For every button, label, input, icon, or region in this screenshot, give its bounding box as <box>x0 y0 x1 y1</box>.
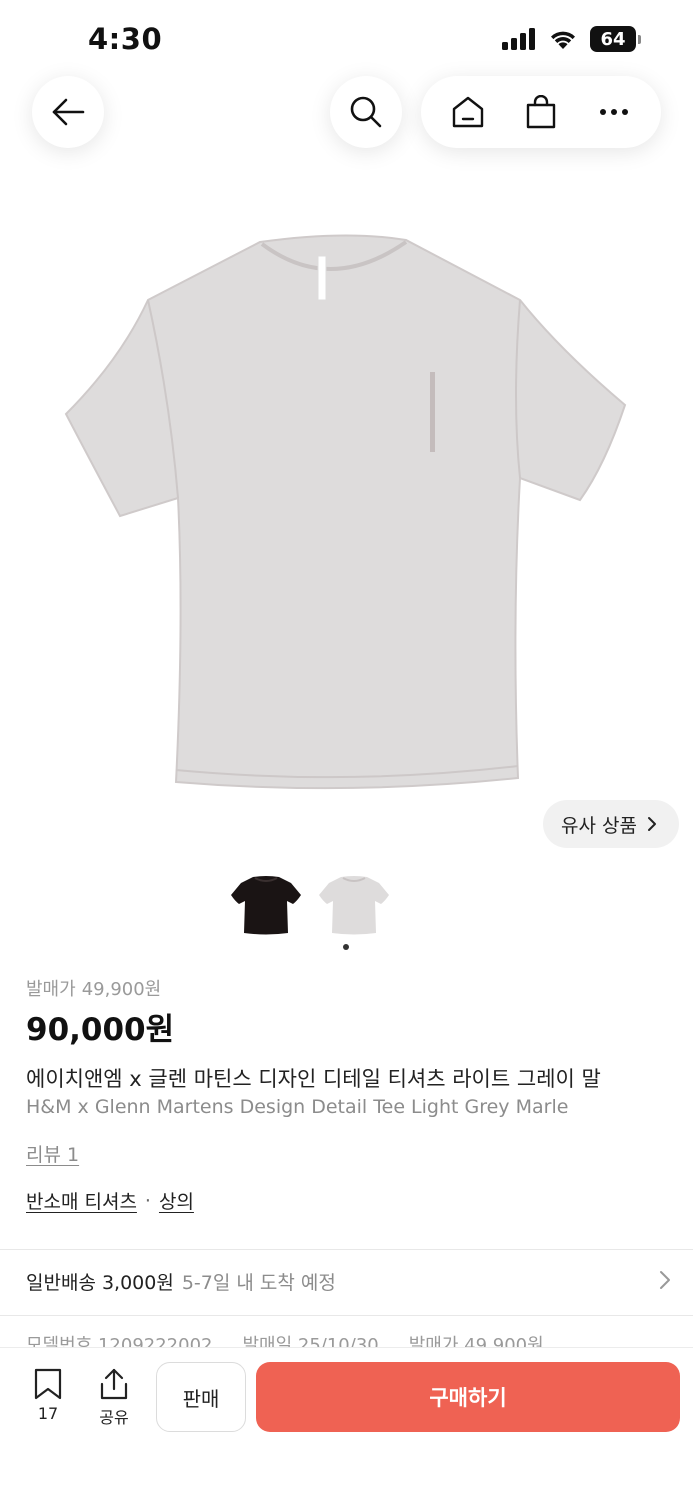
release-price-value: 49,900원 <box>81 979 162 1000</box>
similar-products-label: 유사 상품 <box>561 814 637 837</box>
shipping-row[interactable]: 일반배송 3,000원 5-7일 내 도착 예정 <box>26 1268 671 1295</box>
shipping-eta: 5-7일 내 도착 예정 <box>181 1272 336 1294</box>
shipping-method: 일반배송 3,000원 <box>26 1272 174 1294</box>
battery-indicator: 64 <box>590 26 641 52</box>
release-price-info: 발매가 49,900원 <box>408 1335 544 1348</box>
status-time: 4:30 <box>88 22 163 56</box>
shopping-bag-icon <box>526 95 556 129</box>
tshirt-grey-thumbnail <box>319 876 389 935</box>
back-button[interactable] <box>32 76 104 148</box>
cart-button[interactable] <box>513 84 569 140</box>
buy-button[interactable]: 구매하기 <box>256 1362 680 1432</box>
bottom-action-bar: 17 공유 판매 구매하기 <box>0 1347 693 1500</box>
tshirt-image <box>64 234 627 790</box>
product-image[interactable] <box>0 200 693 840</box>
divider <box>0 1249 693 1250</box>
search-icon <box>350 96 382 128</box>
more-dots-icon <box>600 109 629 115</box>
category-separator: · <box>144 1189 151 1212</box>
home-icon <box>452 96 483 128</box>
status-bar: 4:30 64 <box>0 0 693 80</box>
more-button[interactable] <box>586 84 642 140</box>
thumbnail-grey[interactable] <box>316 866 392 942</box>
category-link-tops[interactable]: 상의 <box>159 1187 194 1214</box>
bookmark-icon <box>34 1368 62 1400</box>
image-thumbnails <box>228 866 392 942</box>
current-price: 90,000원 <box>26 1012 175 1048</box>
divider <box>0 1315 693 1316</box>
home-button[interactable] <box>440 84 496 140</box>
bookmark-count: 17 <box>37 1404 59 1423</box>
arrow-left-icon <box>52 98 85 126</box>
bookmark-button[interactable]: 17 <box>22 1368 74 1423</box>
signal-icon <box>502 28 535 50</box>
share-icon <box>100 1368 128 1400</box>
thumbnail-indicator-dot <box>343 944 349 950</box>
product-name-english: H&M x Glenn Martens Design Detail Tee Li… <box>26 1096 569 1118</box>
sell-button[interactable]: 판매 <box>156 1362 246 1432</box>
chevron-right-icon <box>648 817 656 831</box>
release-price-label: 발매가 <box>26 979 76 1000</box>
status-icons: 64 <box>502 26 641 52</box>
chevron-right-icon <box>660 1271 670 1289</box>
thumbnail-black[interactable] <box>228 866 304 942</box>
model-number: 모델번호 1209222002 <box>26 1335 213 1348</box>
similar-products-button[interactable]: 유사 상품 <box>543 800 679 848</box>
wifi-icon <box>551 31 575 49</box>
search-button[interactable] <box>330 76 402 148</box>
tshirt-black-thumbnail <box>231 876 301 935</box>
top-nav-group <box>421 76 661 148</box>
review-link[interactable]: 리뷰 1 <box>26 1140 79 1167</box>
product-name-korean: 에이치앤엠 x 글렌 마틴스 디자인 디테일 티셔츠 라이트 그레이 말 <box>26 1067 601 1091</box>
share-button[interactable]: 공유 <box>88 1368 140 1428</box>
category-row: 반소매 티셔츠 · 상의 <box>26 1187 194 1214</box>
release-price-row: 발매가 49,900원 <box>26 975 161 1001</box>
battery-level: 64 <box>590 26 636 52</box>
product-info-strip: 모델번호 1209222002 발매일 25/10/30 발매가 49,900원 <box>26 1334 671 1348</box>
release-date: 발매일 25/10/30 <box>242 1335 379 1348</box>
share-label: 공유 <box>99 1408 129 1427</box>
category-link-tshirts[interactable]: 반소매 티셔츠 <box>26 1187 137 1214</box>
